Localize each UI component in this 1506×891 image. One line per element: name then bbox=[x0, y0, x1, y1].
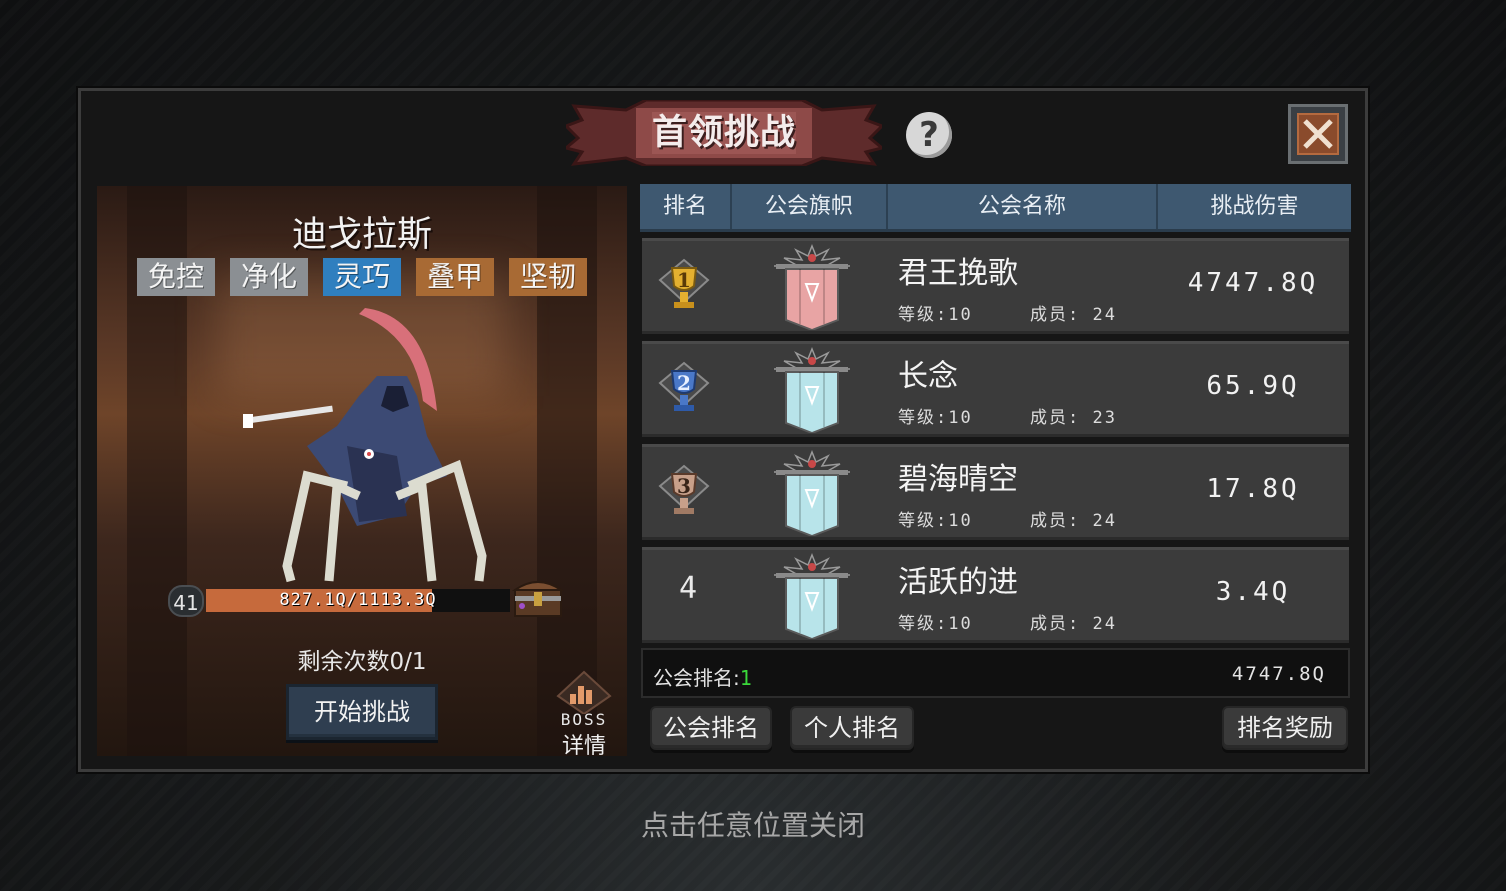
guild-level: 等级:10 bbox=[898, 305, 973, 325]
guild-name: 碧海晴空 bbox=[898, 462, 1018, 497]
guild-damage-value: 4747.8Q bbox=[1231, 663, 1326, 685]
guild-rank-label: 公会排名:1 bbox=[653, 666, 752, 690]
guild-level: 等级:10 bbox=[898, 511, 973, 531]
guild-members: 成员: 24 bbox=[1030, 305, 1117, 325]
table-row[interactable]: 3 碧海晴空 等级:10 成员: 24 17.8Q bbox=[642, 444, 1349, 540]
bronze-trophy-icon: 3 bbox=[658, 464, 710, 514]
close-icon bbox=[1303, 119, 1333, 149]
guild-flag-icon bbox=[774, 244, 850, 330]
my-guild-summary: 公会排名:1 4747.8Q bbox=[641, 648, 1350, 698]
trophy-rank-number: 3 bbox=[677, 474, 691, 498]
trophy-rank-number: 2 bbox=[677, 371, 691, 395]
start-challenge-button[interactable]: 开始挑战 bbox=[286, 684, 438, 740]
guild-flag-icon bbox=[774, 553, 850, 639]
blue-trophy-icon: 2 bbox=[658, 361, 710, 411]
treasure-chest-icon[interactable] bbox=[512, 574, 564, 620]
guild-level: 等级:10 bbox=[898, 408, 973, 428]
boss-tag-immune-control: 免控 bbox=[137, 258, 215, 296]
guild-level: 等级:10 bbox=[898, 614, 973, 634]
guild-flag-icon bbox=[774, 347, 850, 433]
rank-number: 4 bbox=[678, 571, 698, 606]
help-icon[interactable]: ? bbox=[906, 112, 952, 158]
header-guild-flag: 公会旗帜 bbox=[732, 184, 888, 229]
guild-ranking-button[interactable]: 公会排名 bbox=[650, 706, 772, 750]
table-row[interactable]: 1 君王挽歌 等级:10 成员: 24 4747.8Q bbox=[642, 238, 1349, 334]
boss-detail-button[interactable]: BOSS 详情 bbox=[552, 670, 616, 760]
personal-ranking-button[interactable]: 个人排名 bbox=[790, 706, 914, 750]
challenge-damage: 65.9Q bbox=[1206, 371, 1300, 401]
challenge-damage: 17.8Q bbox=[1206, 474, 1300, 504]
ranking-reward-button[interactable]: 排名奖励 bbox=[1222, 706, 1348, 750]
boss-tag-stack-armor: 叠甲 bbox=[416, 258, 494, 296]
boss-tag-tough: 坚韧 bbox=[509, 258, 587, 296]
gold-trophy-icon: 1 bbox=[658, 258, 710, 308]
guild-flag-icon bbox=[774, 450, 850, 536]
challenge-damage: 4747.8Q bbox=[1187, 268, 1319, 298]
page-title: 首领挑战 bbox=[651, 113, 796, 153]
guild-members: 成员: 24 bbox=[1030, 511, 1117, 531]
guild-name: 长念 bbox=[898, 359, 958, 394]
remaining-attempts: 剩余次数0/1 bbox=[297, 649, 427, 675]
close-button[interactable] bbox=[1288, 104, 1348, 164]
header-guild-name: 公会名称 bbox=[888, 184, 1158, 229]
boss-level-badge: 41 bbox=[168, 585, 204, 617]
header-rank: 排名 bbox=[640, 184, 732, 229]
table-row[interactable]: 4 活跃的进 等级:10 成员: 24 3.4Q bbox=[642, 547, 1349, 643]
guild-name: 君王挽歌 bbox=[898, 256, 1018, 291]
ranking-table-header: 排名 公会旗帜 公会名称 挑战伤害 bbox=[640, 184, 1351, 232]
challenge-damage: 3.4Q bbox=[1215, 577, 1291, 607]
guild-rank-value: 1 bbox=[739, 666, 752, 690]
header-challenge-damage: 挑战伤害 bbox=[1210, 194, 1299, 219]
boss-detail-label: 详情 bbox=[561, 734, 606, 759]
guild-members: 成员: 24 bbox=[1030, 614, 1117, 634]
boss-tag-agile: 灵巧 bbox=[323, 258, 401, 296]
boss-detail-label-en: BOSS bbox=[560, 710, 608, 729]
boss-detail-icon bbox=[556, 670, 612, 714]
guild-name: 活跃的进 bbox=[898, 565, 1018, 600]
title-banner: 首领挑战 bbox=[566, 100, 882, 166]
guild-members: 成员: 23 bbox=[1030, 408, 1117, 428]
boss-hp-text: 827.1Q/1113.3Q bbox=[279, 590, 437, 610]
boss-name: 迪戈拉斯 bbox=[291, 215, 432, 255]
boss-tag-purify: 净化 bbox=[230, 258, 308, 296]
table-row[interactable]: 2 长念 等级:10 成员: 23 65.9Q bbox=[642, 341, 1349, 437]
tap-to-close-hint: 点击任意位置关闭 bbox=[640, 809, 865, 842]
trophy-rank-number: 1 bbox=[677, 268, 691, 292]
